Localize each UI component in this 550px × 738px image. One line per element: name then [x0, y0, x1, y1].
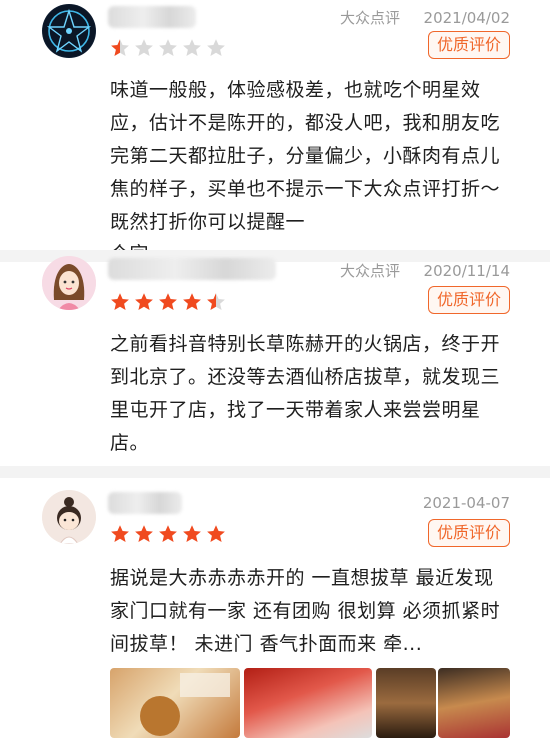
star-icon [159, 293, 177, 310]
quality-badge: 优质评价 [427, 286, 510, 314]
user-name-blurred [108, 258, 276, 280]
user-avatar[interactable] [42, 4, 96, 58]
review-date: 2021-04-07 [422, 494, 510, 512]
user-name-blurred [108, 6, 196, 28]
review-source: 大众点评 [339, 9, 400, 27]
rating-stars [110, 524, 226, 544]
review-text[interactable]: 之前看抖音特别长草陈赫开的火锅店，终于开到北京了。还没等去酒仙桥店拔草，就发现三… [110, 328, 510, 460]
review-text-cut: 个字 [110, 238, 510, 250]
food-photo-4[interactable] [438, 668, 510, 738]
star-icon [111, 293, 129, 310]
star-icon [159, 39, 177, 56]
pentagram-avatar-icon [43, 5, 95, 57]
quality-badge: 优质评价 [427, 31, 510, 59]
review-date: 2021/04/02 [423, 9, 510, 27]
star-icon [207, 525, 225, 542]
food-photo-2[interactable] [244, 668, 372, 738]
rating-stars [110, 292, 226, 312]
cartoon-baby-avatar [42, 490, 96, 544]
star-icon [135, 39, 153, 56]
star-icon [111, 525, 129, 542]
star-icon [207, 39, 225, 56]
user-avatar[interactable] [42, 490, 96, 544]
rating-stars [110, 38, 226, 58]
quality-badge: 优质评价 [427, 519, 510, 547]
review-text[interactable]: 味道一般般，体验感极差，也就吃个明星效应，估计不是陈开的，都没人吧，我和朋友吃完… [110, 74, 510, 239]
star-icon [207, 293, 225, 310]
review-date: 2020/11/14 [423, 262, 510, 280]
review-meta: 2021-04-07 [423, 494, 510, 512]
star-icon [159, 525, 177, 542]
review-meta: 大众点评 2020/11/14 [340, 260, 510, 281]
review-meta: 大众点评 2021/04/02 [340, 7, 510, 28]
review-divider [0, 466, 550, 478]
user-name-blurred [108, 492, 182, 514]
food-photo-3[interactable] [376, 668, 436, 738]
review-source: 大众点评 [339, 262, 400, 280]
star-icon [183, 525, 201, 542]
review-card: 大众点评 2020/11/14 优质评价 之前看抖音特别长草陈赫开的火锅店，终于… [0, 256, 550, 482]
star-icon [135, 293, 153, 310]
star-icon [183, 293, 201, 310]
review-text[interactable]: 据说是大赤赤赤赤开的 一直想拔草 最近发现家门口就有一家 还有团购 很划算 必须… [110, 562, 510, 661]
food-photo-1[interactable] [110, 668, 240, 738]
star-icon [135, 525, 153, 542]
star-icon [111, 39, 129, 56]
review-card: 大众点评 2021/04/02 优质评价 味道一般般，体验感极差，也就吃个明星效… [0, 0, 550, 250]
user-avatar[interactable] [42, 256, 96, 310]
star-icon [183, 39, 201, 56]
cartoon-girl-avatar [42, 256, 96, 310]
